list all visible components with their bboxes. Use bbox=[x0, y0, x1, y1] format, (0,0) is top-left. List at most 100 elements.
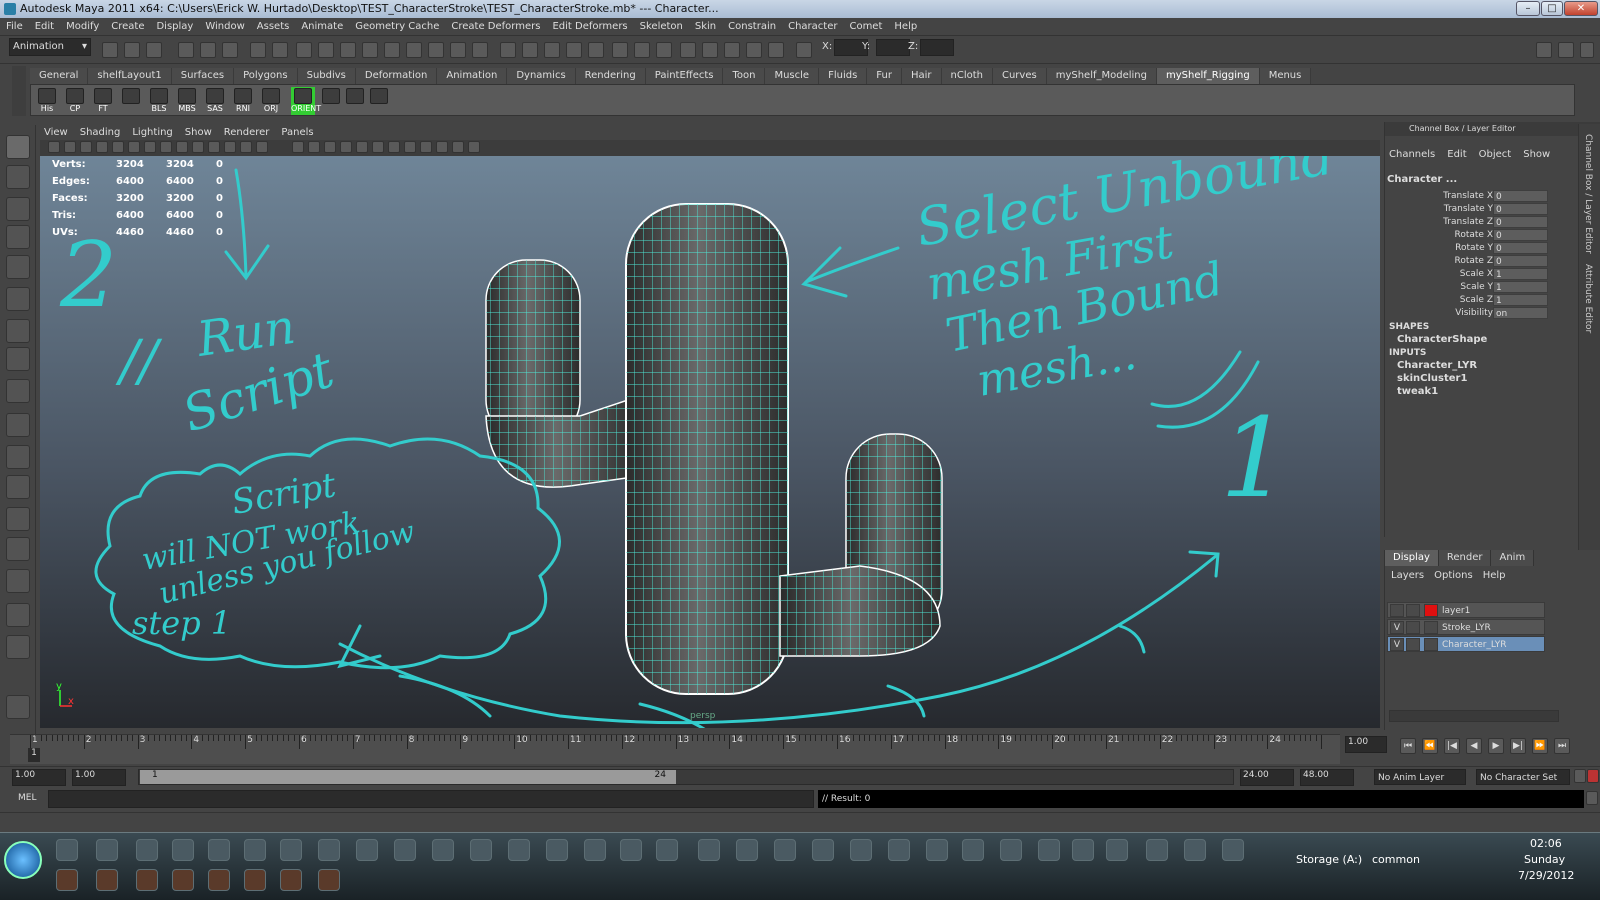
viewport-tool-icon[interactable] bbox=[144, 141, 156, 153]
shelf-button[interactable] bbox=[367, 87, 391, 115]
status-tool-icon[interactable] bbox=[702, 42, 718, 58]
menu-item[interactable]: Edit Deformers bbox=[552, 21, 627, 32]
taskbar-app-icon[interactable] bbox=[888, 839, 910, 861]
viewport-menu-item[interactable]: Panels bbox=[281, 127, 313, 138]
menu-item[interactable]: Skin bbox=[695, 21, 716, 32]
taskbar-app-icon[interactable] bbox=[208, 839, 230, 861]
taskbar-app-icon[interactable] bbox=[736, 839, 758, 861]
channel-value[interactable]: 0 bbox=[1493, 229, 1548, 241]
viewport-menu-item[interactable]: Show bbox=[185, 127, 212, 138]
status-tool-icon[interactable] bbox=[724, 42, 740, 58]
taskbar-app-icon[interactable] bbox=[698, 839, 720, 861]
status-tool-icon[interactable] bbox=[656, 42, 672, 58]
storage-label[interactable]: Storage (A:) bbox=[1296, 853, 1362, 866]
taskbar-app-icon[interactable] bbox=[136, 869, 158, 891]
status-tool-icon[interactable] bbox=[680, 42, 696, 58]
channel-box-menu-item[interactable]: Show bbox=[1523, 149, 1550, 160]
status-tool-icon[interactable] bbox=[384, 42, 400, 58]
taskbar-app-icon[interactable] bbox=[356, 839, 378, 861]
time-slider[interactable]: 1 2 3 4 5 6 7 8 9 10 11 12 13 14 15 16 17 18 19 20 21 22 23 24 bbox=[10, 734, 1340, 764]
taskbar-app-icon[interactable] bbox=[318, 839, 340, 861]
taskbar-app-icon[interactable] bbox=[1106, 839, 1128, 861]
end-time-field[interactable]: 48.00 bbox=[1300, 769, 1354, 786]
toolbox-tool-icon[interactable] bbox=[6, 569, 30, 593]
clock-date[interactable]: 7/29/2012 bbox=[1518, 869, 1574, 882]
shelf-button[interactable]: CP bbox=[63, 87, 87, 115]
start-time-field[interactable]: 1.00 bbox=[12, 769, 66, 786]
menu-item[interactable]: Assets bbox=[257, 21, 290, 32]
viewport-tool-icon[interactable] bbox=[324, 141, 336, 153]
shelf-tab[interactable]: nCloth bbox=[941, 68, 993, 84]
viewport-tool-icon[interactable] bbox=[192, 141, 204, 153]
shelf-menu-gutter[interactable] bbox=[12, 66, 26, 116]
layer-color-swatch[interactable] bbox=[1424, 638, 1438, 651]
layer-visibility-toggle[interactable]: V bbox=[1390, 638, 1404, 651]
status-tool-icon[interactable] bbox=[612, 42, 628, 58]
layer-editor-menu-item[interactable]: Layers bbox=[1391, 570, 1424, 581]
playback-end-field[interactable]: 24.00 bbox=[1240, 769, 1294, 786]
toolbox-tool-icon[interactable] bbox=[6, 347, 30, 371]
status-tool-icon[interactable] bbox=[222, 42, 238, 58]
channel-row[interactable]: Scale X1 bbox=[1385, 268, 1575, 281]
shelf-button[interactable]: BLS bbox=[147, 87, 171, 115]
status-tool-icon[interactable] bbox=[450, 42, 466, 58]
viewport-tool-icon[interactable] bbox=[80, 141, 92, 153]
shelf-button[interactable]: FT bbox=[91, 87, 115, 115]
viewport-tool-icon[interactable] bbox=[224, 141, 236, 153]
key-icon[interactable] bbox=[1574, 769, 1586, 783]
viewport-tool-icon[interactable] bbox=[356, 141, 368, 153]
toolbox-tool-icon[interactable] bbox=[6, 165, 30, 189]
menu-item[interactable]: Geometry Cache bbox=[355, 21, 439, 32]
shelf-tab[interactable]: General bbox=[30, 68, 89, 84]
channel-value[interactable]: 0 bbox=[1493, 190, 1548, 202]
playback-button-icon[interactable]: ⏪ bbox=[1422, 738, 1438, 754]
taskbar-app-icon[interactable] bbox=[1222, 839, 1244, 861]
side-tab-channel-box[interactable]: Channel Box / Layer Editor bbox=[1583, 134, 1593, 254]
viewport-menu-item[interactable]: Renderer bbox=[224, 127, 270, 138]
channel-row[interactable]: Translate Z0 bbox=[1385, 216, 1575, 229]
taskbar-app-icon[interactable] bbox=[962, 839, 984, 861]
viewport-tool-icon[interactable] bbox=[308, 141, 320, 153]
taskbar-app-icon[interactable] bbox=[96, 869, 118, 891]
taskbar-app-icon[interactable] bbox=[926, 839, 948, 861]
channel-value[interactable]: on bbox=[1493, 307, 1548, 319]
viewport-tool-icon[interactable] bbox=[240, 141, 252, 153]
playback-button-icon[interactable]: ⏭ bbox=[1554, 738, 1570, 754]
perspective-viewport[interactable]: Verts: 3204 3204 0 Edges: 6400 6400 0 Faces: 3200… bbox=[40, 156, 1380, 728]
taskbar-app-icon[interactable] bbox=[394, 839, 416, 861]
channel-row[interactable]: Translate X0 bbox=[1385, 190, 1575, 203]
taskbar-app-icon[interactable] bbox=[432, 839, 454, 861]
viewport-tool-icon[interactable] bbox=[96, 141, 108, 153]
menu-item[interactable]: Constrain bbox=[728, 21, 776, 32]
viewport-tool-icon[interactable] bbox=[340, 141, 352, 153]
status-tool-icon[interactable] bbox=[500, 42, 516, 58]
shelf-tab[interactable]: Menus bbox=[1259, 68, 1312, 84]
start-button[interactable] bbox=[4, 841, 42, 879]
taskbar-app-icon[interactable] bbox=[774, 839, 796, 861]
shelf-tab[interactable]: Toon bbox=[723, 68, 766, 84]
menu-item[interactable]: Display bbox=[156, 21, 193, 32]
toolbox-tool-icon[interactable] bbox=[6, 445, 30, 469]
common-label[interactable]: common bbox=[1372, 853, 1420, 866]
toolbox-tool-icon[interactable] bbox=[6, 635, 30, 659]
shelf-button[interactable]: ORIENT bbox=[291, 87, 321, 115]
playback-button-icon[interactable]: |◀ bbox=[1444, 738, 1460, 754]
taskbar-app-icon[interactable] bbox=[546, 839, 568, 861]
toolbox-tool-icon[interactable] bbox=[6, 379, 30, 403]
viewport-tool-icon[interactable] bbox=[388, 141, 400, 153]
status-tool-icon[interactable] bbox=[746, 42, 762, 58]
channel-value[interactable]: 1 bbox=[1493, 294, 1548, 306]
taskbar-app-icon[interactable] bbox=[508, 839, 530, 861]
taskbar-app-icon[interactable] bbox=[1000, 839, 1022, 861]
shelf-button[interactable]: RNI bbox=[231, 87, 255, 115]
layer-visibility-toggle[interactable]: V bbox=[1390, 621, 1404, 634]
layer-editor-tab[interactable]: Display bbox=[1385, 550, 1439, 566]
channel-row[interactable]: Rotate Z0 bbox=[1385, 255, 1575, 268]
viewport-tool-icon[interactable] bbox=[160, 141, 172, 153]
menu-item[interactable]: Create bbox=[111, 21, 144, 32]
channel-box-menu-item[interactable]: Edit bbox=[1447, 149, 1466, 160]
anim-layer-dropdown[interactable]: No Anim Layer bbox=[1374, 769, 1466, 785]
y-field[interactable] bbox=[876, 39, 910, 56]
status-tool-icon[interactable] bbox=[178, 42, 194, 58]
menu-item[interactable]: Help bbox=[894, 21, 917, 32]
